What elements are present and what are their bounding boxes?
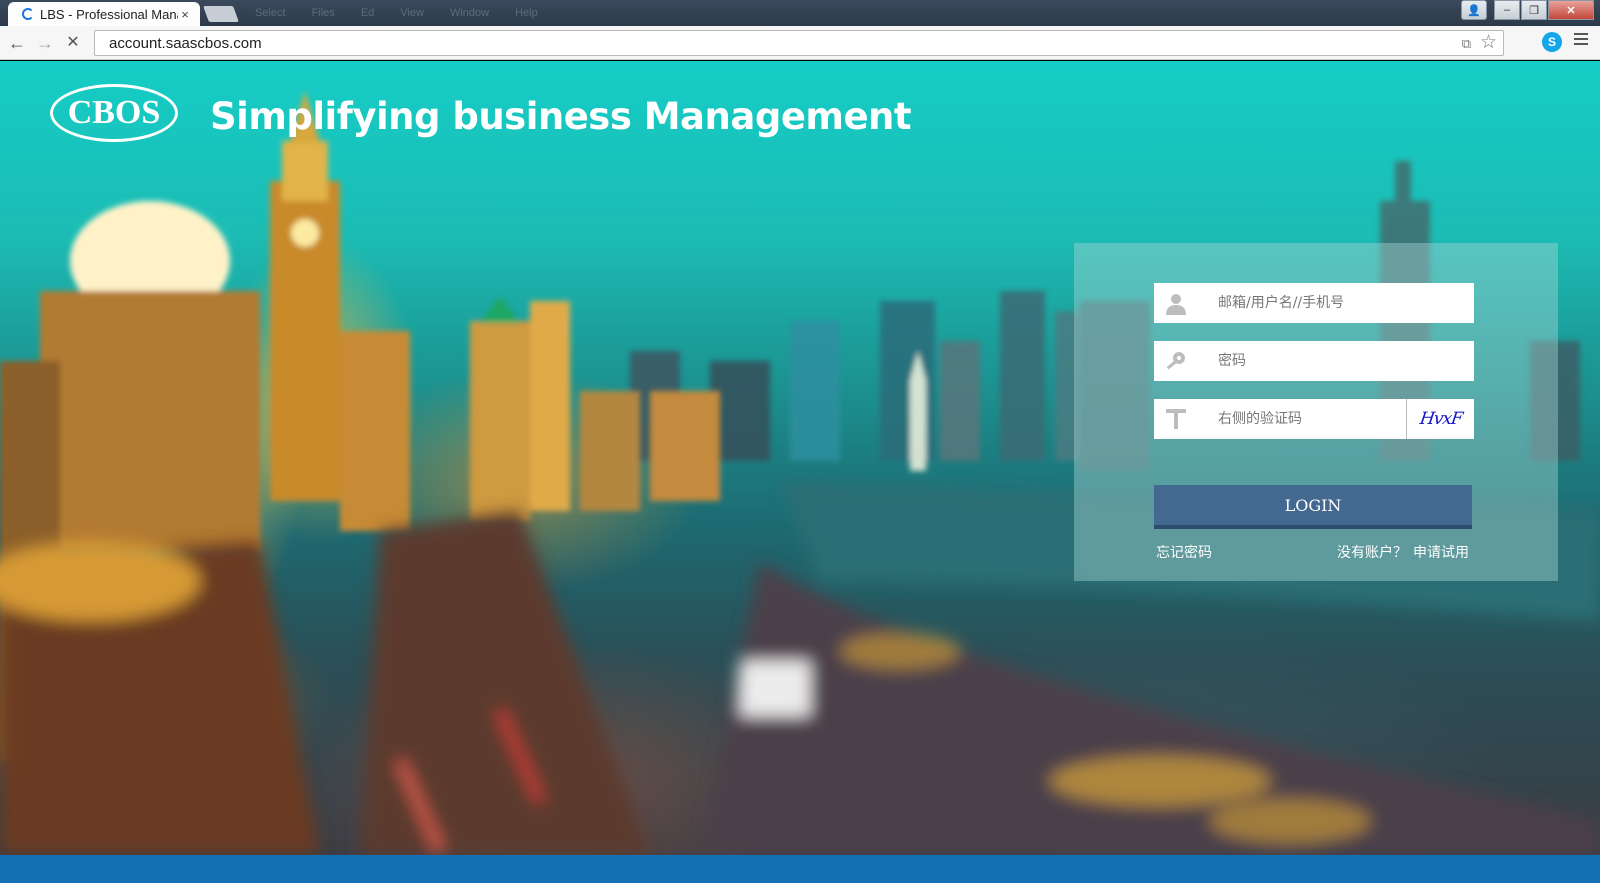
browser-menu-icon[interactable]	[1574, 33, 1588, 48]
captcha-input[interactable]	[1218, 399, 1388, 439]
user-icon	[1166, 294, 1186, 315]
maximize-button[interactable]: ❐	[1521, 0, 1547, 20]
user-profile-icon[interactable]: 👤	[1461, 0, 1487, 20]
tab-title: LBS - Professional Mana	[40, 6, 178, 22]
browser-titlebar: LBS - Professional Mana × Select Files E…	[0, 0, 1600, 26]
username-field[interactable]	[1154, 283, 1474, 323]
new-tab-button[interactable]	[203, 6, 239, 22]
login-page: CBOS Simplifying business Management 邮箱/…	[0, 61, 1600, 855]
username-input[interactable]	[1218, 283, 1458, 323]
page-title: Simplifying business Management	[210, 95, 912, 138]
ghost-menu-item: Help	[515, 7, 538, 19]
close-window-button[interactable]: ✕	[1548, 0, 1594, 20]
key-icon	[1166, 352, 1185, 370]
footer-bar	[0, 855, 1600, 883]
forgot-password-link[interactable]: 忘记密码	[1156, 542, 1212, 562]
address-bar[interactable]: account.saascbos.com ⧉ ☆	[94, 30, 1504, 56]
bookmark-star-icon[interactable]: ☆	[1480, 31, 1497, 54]
cbos-logo: CBOS	[50, 84, 178, 142]
tab-close-icon[interactable]: ×	[178, 7, 192, 22]
skype-extension-icon[interactable]: S	[1542, 32, 1562, 52]
back-arrow-icon[interactable]: ←	[6, 32, 28, 54]
ghost-menu-item: Window	[449, 7, 490, 19]
text-t-icon	[1166, 409, 1186, 429]
password-field[interactable]	[1154, 341, 1474, 381]
ghost-menu-item: Ed	[360, 7, 375, 19]
captcha-field[interactable]: HvxF	[1154, 399, 1474, 439]
stop-loading-icon[interactable]: ✕	[62, 32, 84, 54]
browser-tab[interactable]: LBS - Professional Mana ×	[8, 2, 200, 26]
minimize-button[interactable]: –	[1494, 0, 1520, 20]
no-account-text: 没有账户？	[1337, 545, 1407, 561]
translate-icon[interactable]: ⧉	[1462, 36, 1471, 52]
forward-arrow-icon[interactable]: →	[34, 32, 56, 54]
ghost-menu-item: View	[400, 7, 424, 19]
url-text: account.saascbos.com	[109, 35, 262, 52]
login-panel: HvxF LOGIN 忘记密码 没有账户？ 申请试用	[1074, 243, 1558, 581]
window-controls: 👤 – ❐ ✕	[1461, 0, 1594, 20]
apply-trial-link[interactable]: 申请试用	[1413, 542, 1469, 562]
captcha-image[interactable]: HvxF	[1406, 399, 1474, 439]
loading-spinner-icon	[22, 8, 34, 20]
password-input[interactable]	[1218, 341, 1458, 381]
login-button[interactable]: LOGIN	[1154, 485, 1472, 529]
ghost-menu: Select Files Ed View Window Help	[255, 7, 538, 19]
ghost-menu-item: Files	[311, 7, 335, 19]
browser-toolbar: ← → ✕ account.saascbos.com ⧉ ☆ S	[0, 26, 1600, 60]
ghost-menu-item: Select	[255, 7, 286, 19]
captcha-image-text: HvxF	[1418, 409, 1463, 429]
